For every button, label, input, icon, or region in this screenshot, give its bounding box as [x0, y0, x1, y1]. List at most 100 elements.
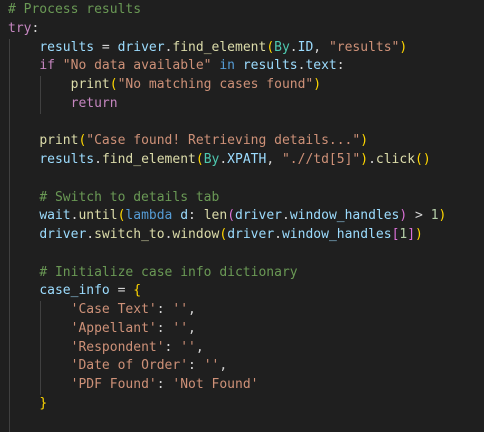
code-line[interactable]: driver.switch_to.window(driver.window_ha…	[0, 226, 484, 245]
code-token: results	[242, 58, 298, 74]
indent-guide	[40, 338, 42, 358]
indent-guide	[9, 376, 10, 395]
code-token: ID	[297, 39, 314, 55]
code-line[interactable]	[0, 413, 484, 432]
indent-guide	[9, 282, 10, 301]
code-line[interactable]: }	[0, 394, 484, 414]
code-line[interactable]: case_info = {	[0, 282, 484, 301]
code-token: # Initialize case info dictionary	[39, 264, 298, 280]
code-token: return	[70, 95, 118, 111]
code-line[interactable]: 'Case Text': '',	[0, 301, 484, 320]
code-token: :	[156, 320, 173, 336]
code-token: # Process results	[8, 2, 142, 17]
code-token: =	[94, 39, 118, 55]
code-token: text	[305, 58, 337, 74]
code-editor[interactable]: # Process results try: results = driver. f…	[0, 0, 484, 432]
code-token: (	[415, 152, 423, 167]
code-token: ,	[188, 302, 196, 317]
code-token: ,	[188, 320, 196, 336]
indent-guide	[9, 113, 10, 133]
indent-guide	[40, 94, 42, 114]
code-line[interactable]: # Switch to details tab	[0, 188, 484, 208]
code-token: (	[219, 227, 228, 242]
code-token: 1	[430, 208, 439, 224]
code-line[interactable]: print("No matching cases found")	[0, 76, 484, 95]
code-token: print	[70, 77, 110, 92]
code-line[interactable]: return	[0, 94, 484, 114]
code-token: "Case found! Retrieving details..."	[86, 133, 361, 149]
code-line[interactable]: # Initialize case info dictionary	[0, 263, 484, 283]
code-token: ''	[172, 302, 189, 317]
indent-guide	[9, 319, 10, 339]
code-line[interactable]	[0, 113, 484, 133]
indent-guide	[9, 57, 10, 76]
indent-guide	[9, 207, 10, 226]
code-token: in	[219, 58, 235, 74]
code-line[interactable]: 'Date of Order': '',	[0, 357, 484, 376]
code-token: find_element	[172, 39, 267, 55]
code-token: )	[360, 133, 369, 149]
code-token: driver	[227, 227, 275, 242]
indent-guide	[9, 38, 10, 58]
code-line[interactable]: # Process results	[0, 1, 484, 20]
code-token: )	[313, 77, 322, 92]
code-token: until	[78, 208, 118, 224]
code-token: window_handles	[289, 208, 400, 224]
code-token: =	[109, 283, 134, 299]
code-token: .	[289, 39, 298, 55]
code-token: ''	[180, 339, 196, 355]
code-token: ,	[313, 39, 329, 55]
code-line[interactable]: 'Appellant': '',	[0, 319, 484, 339]
code-line[interactable]	[0, 244, 484, 264]
code-line[interactable]: 'Respondent': '',	[0, 338, 484, 358]
code-line[interactable]: if "No data available" in results.text:	[0, 57, 484, 76]
code-token: driver	[117, 39, 165, 55]
code-token: By	[274, 39, 290, 55]
code-token: (	[227, 208, 236, 224]
indent-guide	[40, 76, 42, 95]
code-line[interactable]: try:	[0, 20, 484, 39]
indent-guide	[9, 169, 10, 189]
code-token: By	[203, 152, 220, 167]
code-line[interactable]: results = driver.find_element(By.ID, "re…	[0, 38, 484, 58]
code-token: "results"	[328, 39, 400, 55]
code-line[interactable]	[0, 169, 484, 189]
code-token: .	[94, 152, 102, 167]
code-token: lambda	[125, 208, 173, 224]
code-token: len	[203, 208, 228, 224]
code-token: .	[368, 152, 376, 167]
code-token: window_handles	[281, 227, 392, 242]
code-token: .	[219, 152, 228, 167]
code-token: print	[39, 133, 79, 149]
code-token: .	[281, 208, 290, 224]
code-token: :	[31, 20, 40, 36]
indent-guide	[9, 357, 10, 376]
code-token: :	[156, 377, 173, 392]
code-token: "No matching cases found"	[117, 77, 314, 92]
code-token: }	[39, 395, 48, 411]
code-token: :	[164, 339, 181, 355]
indent-guide	[9, 188, 10, 208]
code-line[interactable]: print("Case found! Retrieving details...…	[0, 132, 484, 151]
code-token: 'Appellant'	[70, 320, 157, 336]
code-token: 'Case Text'	[70, 302, 157, 317]
code-token: 'Date of Order'	[70, 358, 189, 374]
code-token: .	[86, 227, 95, 242]
code-token: driver	[39, 227, 87, 242]
code-token: driver	[235, 208, 282, 224]
code-line[interactable]: 'PDF Found': 'Not Found'	[0, 376, 484, 395]
code-line[interactable]: wait.until(lambda d: len(driver.window_h…	[0, 207, 484, 226]
code-line[interactable]: results.find_element(By.XPATH, ".//td[5]…	[0, 151, 484, 170]
